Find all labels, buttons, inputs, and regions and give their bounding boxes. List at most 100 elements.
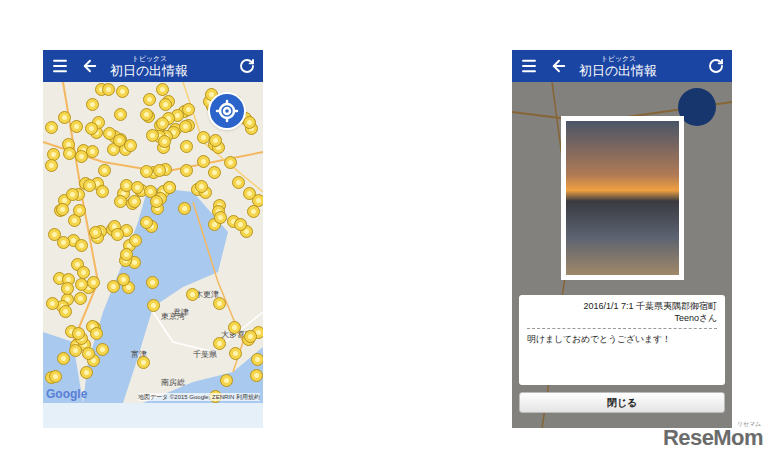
map-pin[interactable] <box>208 166 221 179</box>
pin-center <box>144 220 149 225</box>
pin-center <box>67 151 72 156</box>
map-pin[interactable] <box>182 103 195 116</box>
map-pin[interactable] <box>229 347 242 360</box>
app-header: トピックス初日の出情報 <box>43 50 263 82</box>
map-pin[interactable] <box>251 353 263 366</box>
map-pin[interactable] <box>220 374 233 387</box>
header-title-block: トピックス初日の出情報 <box>580 54 696 79</box>
map-pin[interactable] <box>111 228 124 241</box>
pin-center <box>184 144 189 149</box>
map-pin[interactable] <box>89 226 102 239</box>
map-pin[interactable] <box>116 85 129 98</box>
map-pin[interactable] <box>234 218 247 231</box>
menu-icon[interactable] <box>51 57 69 75</box>
crosshair-icon <box>215 99 239 123</box>
pin-center <box>247 191 252 196</box>
pin-center <box>144 112 149 117</box>
map-pin[interactable] <box>48 228 61 241</box>
map-pin[interactable] <box>213 297 226 310</box>
pin-center <box>132 199 137 204</box>
menu-icon[interactable] <box>520 57 538 75</box>
map-pin[interactable] <box>75 239 88 252</box>
map-view[interactable]: 東京湾木更津君津富津千葉県大多喜町南房総Google地図データ ©2015 Go… <box>43 82 263 403</box>
locate-button[interactable] <box>208 92 246 130</box>
map-pin[interactable] <box>214 211 227 224</box>
pin-center <box>63 309 68 314</box>
map-pin[interactable] <box>90 327 103 340</box>
pin-center <box>117 138 122 143</box>
close-button[interactable]: 閉じる <box>519 392 725 413</box>
map-pin[interactable] <box>128 195 141 208</box>
pin-center <box>151 303 156 308</box>
phone-screen: トピックス初日の出情報 2016/1/1 7:1 千葉県夷隅郡御宿町Teenoさん… <box>512 50 732 428</box>
pin-center <box>91 280 96 285</box>
map-pin[interactable] <box>46 297 59 310</box>
map-pin[interactable] <box>159 98 172 111</box>
pin-center <box>73 348 78 353</box>
refresh-icon[interactable] <box>708 58 724 74</box>
map-pin[interactable] <box>86 98 99 111</box>
pin-center <box>107 131 112 136</box>
map-pin[interactable] <box>69 344 82 357</box>
pin-center <box>248 334 253 339</box>
map-pin[interactable] <box>45 121 58 134</box>
pin-center <box>162 139 167 144</box>
pin-center <box>228 160 233 165</box>
pin-center <box>76 331 81 336</box>
map-pin[interactable] <box>197 131 210 144</box>
map-pin[interactable] <box>80 366 93 379</box>
back-arrow-icon[interactable] <box>81 57 99 75</box>
map-pin[interactable] <box>140 108 153 121</box>
pin-center <box>124 228 129 233</box>
pin-center <box>49 163 54 168</box>
pin-center <box>51 152 56 157</box>
post-user: Teenoさん <box>527 312 717 324</box>
map-pin[interactable] <box>98 164 111 177</box>
map-pin[interactable] <box>117 273 130 286</box>
refresh-icon[interactable] <box>239 58 255 74</box>
map-pin[interactable] <box>137 356 150 369</box>
pin-center <box>49 125 54 130</box>
map-pin[interactable] <box>146 276 159 289</box>
map-pin[interactable] <box>158 135 171 148</box>
pin-center <box>244 229 249 234</box>
map-pin[interactable] <box>102 83 115 96</box>
map-pin[interactable] <box>195 180 208 193</box>
pin-center <box>201 135 206 140</box>
map-pin[interactable] <box>96 185 109 198</box>
pin-center <box>79 282 84 287</box>
pin-center <box>118 112 123 117</box>
map-pin[interactable] <box>58 111 71 124</box>
pin-center <box>52 232 57 237</box>
map-pin[interactable] <box>77 266 90 279</box>
map-pin[interactable] <box>209 134 222 147</box>
pin-center <box>121 277 126 282</box>
post-datetime-place: 2016/1/1 7:1 千葉県夷隅郡御宿町 <box>527 300 717 312</box>
map-pin[interactable] <box>180 164 193 177</box>
map-pin[interactable] <box>83 179 96 192</box>
map-pin[interactable] <box>85 122 98 135</box>
pin-center <box>182 206 187 211</box>
map-pin[interactable] <box>156 83 169 96</box>
map-pin[interactable] <box>70 120 83 133</box>
back-arrow-icon[interactable] <box>550 57 568 75</box>
phone-screen: トピックス初日の出情報東京湾木更津君津富津千葉県大多喜町南房総Google地図デ… <box>43 50 263 428</box>
map-pin[interactable] <box>178 202 191 215</box>
map-pin[interactable] <box>156 117 169 130</box>
map-pin[interactable] <box>213 337 226 350</box>
pin-center <box>167 185 172 190</box>
map-pin[interactable] <box>232 176 245 189</box>
map-pin[interactable] <box>82 347 95 360</box>
pin-center <box>124 183 129 188</box>
map-pin[interactable] <box>180 140 193 153</box>
terms-link[interactable]: 利用規約 <box>236 394 260 400</box>
pin-center <box>118 199 123 204</box>
pin-center <box>100 189 105 194</box>
pin-center <box>144 169 149 174</box>
pin-center <box>124 252 129 257</box>
pin-center <box>100 347 105 352</box>
pin-center <box>186 107 191 112</box>
map-pin[interactable] <box>49 370 62 383</box>
pin-center <box>212 170 217 175</box>
map-pin[interactable] <box>243 187 256 200</box>
